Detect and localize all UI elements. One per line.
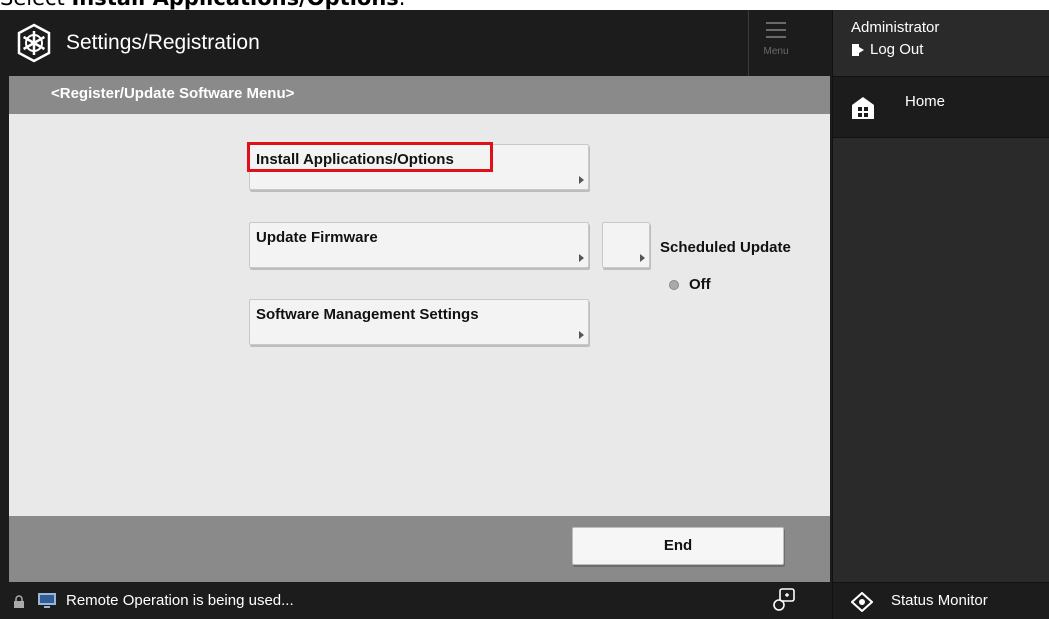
main-area: <Register/Update Software Menu> Install … — [9, 76, 830, 582]
instruction-caption: Select Install Applications/Options. — [0, 0, 1049, 10]
right-panel: Administrator Log Out Home Status Monito… — [832, 10, 1049, 619]
arrow-right-icon — [579, 254, 584, 262]
software-management-settings-button[interactable]: Software Management Settings — [249, 299, 589, 345]
arrow-right-icon — [640, 254, 645, 262]
menu-button[interactable]: Menu — [748, 10, 802, 76]
status-bar: Remote Operation is being used... — [0, 582, 832, 619]
software-management-settings-label: Software Management Settings — [256, 306, 479, 323]
update-firmware-button[interactable]: Update Firmware — [249, 222, 589, 268]
hamburger-icon — [766, 22, 786, 38]
logout-icon — [852, 43, 864, 56]
scheduled-update-status: Off — [669, 276, 711, 293]
page-title: Settings/Registration — [66, 31, 260, 54]
breadcrumb: <Register/Update Software Menu> — [51, 85, 295, 102]
menu-label: Menu — [763, 46, 789, 57]
end-button[interactable]: End — [572, 527, 784, 565]
caption-suffix: . — [399, 0, 406, 10]
end-label: End — [663, 537, 693, 554]
lock-icon — [14, 595, 24, 608]
arrow-right-icon — [579, 331, 584, 339]
remote-operation-icon — [38, 593, 56, 608]
caption-bold: Install Applications/Options — [71, 0, 398, 10]
highlight-box — [247, 142, 493, 172]
update-firmware-label: Update Firmware — [256, 229, 378, 246]
scheduled-update-label: Scheduled Update — [660, 239, 791, 256]
remote-control-button[interactable] — [752, 582, 812, 619]
footer-bar: End — [9, 516, 830, 582]
home-icon — [852, 97, 874, 119]
caption-prefix: Select — [0, 0, 71, 10]
home-button[interactable]: Home — [833, 76, 1049, 138]
menu-content: Install Applications/Options Update Firm… — [9, 114, 830, 516]
status-monitor-label: Status Monitor — [891, 592, 988, 609]
arrow-right-icon — [579, 176, 584, 184]
status-indicator-icon — [669, 279, 679, 290]
status-monitor-icon — [851, 592, 873, 612]
remote-control-icon — [773, 588, 795, 611]
settings-registration-icon — [17, 23, 51, 63]
breadcrumb-bar: <Register/Update Software Menu> — [9, 76, 830, 114]
status-message: Remote Operation is being used... — [66, 592, 294, 609]
scheduled-update-button[interactable] — [602, 222, 650, 268]
status-monitor-button[interactable]: Status Monitor — [833, 582, 1049, 619]
logout-button[interactable]: Log Out — [851, 41, 923, 58]
device-screen: Settings/Registration Menu Administrator… — [0, 10, 1049, 619]
home-label: Home — [905, 93, 946, 110]
user-name: Administrator — [851, 19, 940, 36]
logout-label: Log Out — [870, 41, 924, 58]
title-bar: Settings/Registration Menu — [0, 10, 832, 76]
scheduled-update-status-text: Off — [689, 276, 711, 293]
